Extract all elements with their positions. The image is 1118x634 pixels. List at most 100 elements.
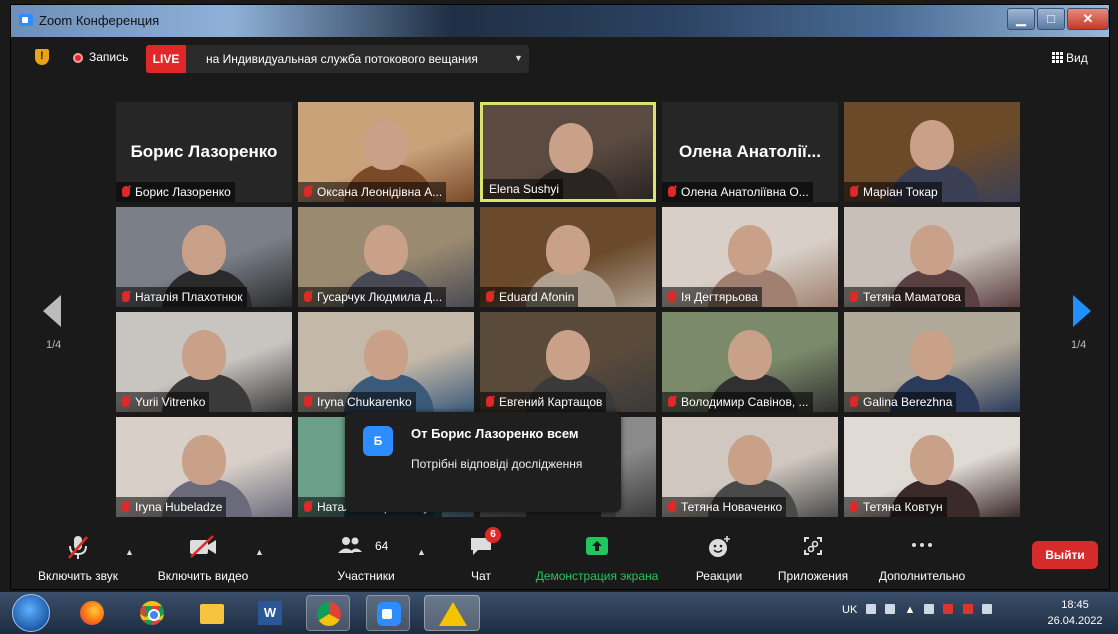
avatar: Б (363, 426, 393, 456)
system-tray: UK ▲ (842, 604, 992, 616)
participant-tile[interactable]: Наталія Плахотнюк (116, 207, 292, 307)
participant-name-bar: Yurii Vitrenko (116, 392, 210, 412)
muted-mic-icon (122, 291, 130, 302)
participant-tile[interactable]: Гусарчук Людмила Д... (298, 207, 474, 307)
taskbar-chrome[interactable] (130, 595, 174, 631)
live-stream-dropdown[interactable]: LIVE на Индивидуальная служба потокового… (146, 45, 529, 73)
reactions-label: Реакции (695, 569, 743, 583)
reaction-smiley-icon (709, 536, 730, 557)
participant-tile[interactable]: Galina Berezhna (844, 312, 1020, 412)
meeting-status-bar: Запись LIVE на Индивидуальная служба пот… (11, 37, 1109, 77)
page-indicator-right: 1/4 (1071, 339, 1087, 351)
clock[interactable]: 18:45 26.04.2022 (1040, 597, 1110, 629)
close-button[interactable]: ✕ (1067, 8, 1109, 30)
participant-name: Yurii Vitrenko (135, 395, 206, 409)
participant-tile[interactable]: Евгений Картащов (480, 312, 656, 412)
action-center-flag-icon[interactable] (943, 604, 954, 614)
more-dots-icon (912, 543, 932, 547)
participant-name: Iryna Hubeladze (135, 500, 223, 514)
window-title: Zoom Конференция (39, 13, 160, 28)
volume-icon[interactable] (924, 604, 935, 614)
participant-name: Ія Дегтярьова (681, 290, 758, 304)
network-signal-icon[interactable] (981, 604, 992, 614)
participant-tile[interactable]: Тетяна Новаченко (662, 417, 838, 517)
participant-name: Олена Анатоліївна О... (681, 185, 809, 199)
clock-date: 26.04.2022 (1047, 615, 1103, 627)
word-icon: W (258, 601, 282, 625)
participant-tile[interactable]: Маріан Токар (844, 102, 1020, 202)
participant-tile[interactable]: Володимир Савінов, ... (662, 312, 838, 412)
muted-mic-icon (122, 501, 130, 512)
muted-mic-icon (668, 186, 676, 197)
clock-time: 18:45 (1061, 599, 1089, 611)
muted-mic-icon (304, 186, 312, 197)
live-badge: LIVE (146, 45, 186, 73)
video-off-icon (190, 535, 216, 558)
windows-start-icon[interactable] (12, 594, 50, 632)
security-shield-icon[interactable] (35, 49, 49, 65)
participant-name-bar: Ія Дегтярьова (662, 287, 762, 307)
video-options-chevron-icon[interactable]: ▲ (255, 547, 264, 557)
participant-tile[interactable]: Eduard Afonin (480, 207, 656, 307)
participant-name: Тетяна Маматова (863, 290, 961, 304)
participants-label: Участники (337, 569, 395, 583)
participant-name: Володимир Савінов, ... (681, 395, 809, 409)
participant-name-bar: Тетяна Новаченко (662, 497, 787, 517)
chat-notification[interactable]: Б От Борис Лазоренко всем Потрібні відпо… (345, 412, 621, 512)
share-screen-icon (586, 537, 608, 555)
participant-name: Маріан Токар (863, 185, 938, 199)
participant-name-bar: Galina Berezhna (844, 392, 957, 412)
participant-tile[interactable]: Iryna Hubeladze (116, 417, 292, 517)
participant-tile[interactable]: Тетяна Ковтун (844, 417, 1020, 517)
previous-page-arrow[interactable] (43, 295, 61, 327)
taskbar-word[interactable]: W (248, 595, 292, 631)
live-stream-target: на Индивидуальная служба потокового веща… (206, 52, 478, 66)
audio-options-chevron-icon[interactable]: ▲ (125, 547, 134, 557)
participants-options-chevron-icon[interactable]: ▲ (417, 547, 426, 557)
keyboard-icon[interactable] (866, 604, 877, 614)
taskbar-warning[interactable] (424, 595, 480, 631)
maximize-button[interactable]: □ (1037, 8, 1065, 30)
participant-tile[interactable]: Оксана Леонідівна А... (298, 102, 474, 202)
taskbar-chrome-active[interactable] (306, 595, 350, 631)
participant-tile[interactable]: Iryna Chukarenko (298, 312, 474, 412)
participant-tile[interactable]: Борис Лазоренко Борис Лазоренко (116, 102, 292, 202)
participant-tile[interactable]: Ія Дегтярьова (662, 207, 838, 307)
language-indicator[interactable]: UK (842, 604, 857, 616)
participant-name-bar: Тетяна Ковтун (844, 497, 947, 517)
participant-name-bar: Оксана Леонідівна А... (298, 182, 447, 202)
muted-mic-icon (668, 396, 676, 407)
view-button[interactable]: Вид (1052, 51, 1088, 65)
title-bar[interactable]: Zoom Конференция ▁ □ ✕ (11, 5, 1109, 37)
share-screen-label: Демонстрация экрана (535, 569, 659, 583)
battery-icon[interactable] (962, 604, 973, 614)
minimize-button[interactable]: ▁ (1007, 8, 1035, 30)
next-page-arrow[interactable] (1073, 295, 1091, 327)
muted-mic-icon (486, 396, 494, 407)
participant-name-bar: Олена Анатоліївна О... (662, 182, 813, 202)
pen-icon[interactable] (885, 604, 896, 614)
screen: Zoom Конференция ▁ □ ✕ Запись LIVE на Ин… (0, 0, 1118, 634)
participant-tile[interactable]: Elena Sushyi (480, 102, 656, 202)
windows-taskbar: W UK ▲ 18:45 26.04.2022 (0, 592, 1118, 634)
participant-tile[interactable]: Yurii Vitrenko (116, 312, 292, 412)
chat-message: Потрібні відповіді дослідження (411, 457, 583, 471)
participant-name: Eduard Afonin (499, 290, 575, 304)
participant-tile[interactable]: Олена Анатолії... Олена Анатоліївна О... (662, 102, 838, 202)
participant-tile[interactable]: Тетяна Маматова (844, 207, 1020, 307)
taskbar-zoom[interactable] (366, 595, 410, 631)
participant-name: Борис Лазоренко (135, 185, 231, 199)
apps-icon (804, 537, 822, 555)
participant-name-bar: Евгений Картащов (480, 392, 607, 412)
show-hidden-icons-icon[interactable]: ▲ (904, 604, 915, 616)
participant-display-name: Олена Анатолії... (678, 142, 821, 161)
taskbar-firefox[interactable] (70, 595, 114, 631)
muted-mic-icon (122, 186, 130, 197)
leave-button[interactable]: Выйти (1032, 541, 1098, 569)
participant-name-bar: Маріан Токар (844, 182, 942, 202)
taskbar-explorer[interactable] (190, 595, 234, 631)
chat-label: Чат (471, 569, 491, 583)
muted-mic-icon (304, 501, 312, 512)
chrome-icon (140, 601, 164, 625)
recording-icon (73, 53, 83, 63)
